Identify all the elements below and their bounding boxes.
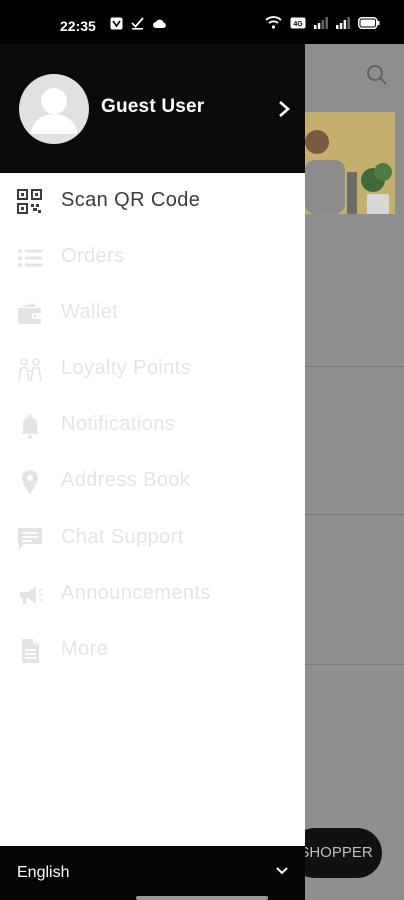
battery-icon <box>358 16 380 29</box>
divider <box>305 664 404 665</box>
app-notification-icon <box>110 17 123 30</box>
cloud-icon <box>153 19 166 28</box>
menu-item-label: Notifications <box>61 413 176 435</box>
divider <box>305 366 404 367</box>
volte-icon: 4G <box>290 17 306 28</box>
menu-item-announcements[interactable]: Announcements <box>0 566 305 622</box>
menu-item-label: Wallet <box>61 301 119 323</box>
language-label: English <box>17 864 70 881</box>
menu-item-label: Orders <box>61 245 125 267</box>
avatar[interactable] <box>19 74 89 144</box>
divider <box>305 514 404 515</box>
menu-item-label: Announcements <box>61 582 211 604</box>
status-time: 22:35 <box>60 18 96 34</box>
megaphone-icon <box>20 586 43 604</box>
loyalty-icon <box>18 358 42 382</box>
chat-icon <box>18 528 42 550</box>
menu-item-more[interactable]: More <box>0 622 305 678</box>
task-check-icon <box>131 17 144 30</box>
background-topbar <box>305 44 404 108</box>
drawer-header[interactable]: Guest User <box>0 44 305 173</box>
user-icon <box>31 88 77 134</box>
menu-item-wallet[interactable]: Wallet <box>0 285 305 341</box>
qr-code-icon <box>17 189 42 214</box>
list-icon <box>18 249 42 267</box>
svg-text:4G: 4G <box>293 21 303 28</box>
signal-icon-2 <box>336 16 350 29</box>
menu-item-label: Loyalty Points <box>61 357 192 379</box>
location-pin-icon <box>22 470 38 494</box>
menu-item-orders[interactable]: Orders <box>0 229 305 285</box>
menu-item-label: Address Book <box>61 469 191 491</box>
chevron-down-icon[interactable] <box>275 866 289 876</box>
wifi-icon <box>265 16 282 29</box>
bell-icon <box>21 414 39 439</box>
chevron-right-icon[interactable] <box>277 100 291 118</box>
signal-icon-1 <box>314 16 328 29</box>
navigation-drawer: Guest User Scan QR Code Orders Wallet Lo… <box>0 44 305 900</box>
menu-item-label: More <box>61 638 109 660</box>
menu-item-label: Scan QR Code <box>61 189 201 211</box>
menu-item-notifications[interactable]: Notifications <box>0 397 305 453</box>
user-name[interactable]: Guest User <box>101 96 204 118</box>
home-indicator <box>136 896 268 900</box>
banner-photo <box>305 112 395 214</box>
menu-item-chat-support[interactable]: Chat Support <box>0 510 305 566</box>
menu-item-address-book[interactable]: Address Book <box>0 453 305 509</box>
menu-item-label: Chat Support <box>61 526 184 548</box>
menu-item-scan-qr-code[interactable]: Scan QR Code <box>0 173 305 229</box>
search-icon[interactable] <box>366 64 388 86</box>
wallet-icon <box>18 303 42 324</box>
language-selector[interactable]: English <box>0 846 305 900</box>
document-icon <box>22 639 39 663</box>
promo-banner-image[interactable] <box>305 112 395 214</box>
menu-item-loyalty-points[interactable]: Loyalty Points <box>0 341 305 397</box>
status-bar: 22:35 4G <box>0 0 404 44</box>
